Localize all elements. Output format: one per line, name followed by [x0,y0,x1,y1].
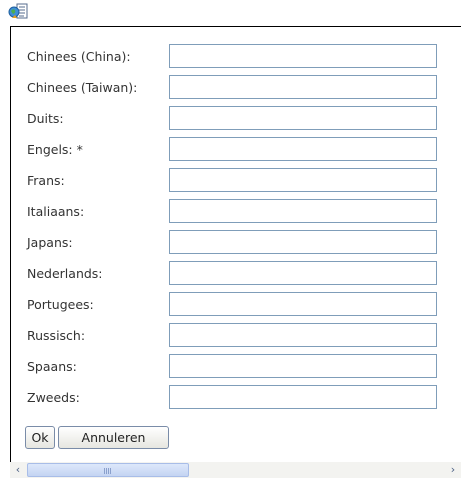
form-row: Japans: [27,230,457,254]
translation-input[interactable] [169,137,437,161]
form-row: Portugees: [27,292,457,316]
toolbar [0,0,461,26]
form-row: Duits: [27,106,457,130]
field-label: Zweeds: [27,390,80,405]
scroll-right-arrow-icon[interactable]: › [445,462,461,478]
horizontal-scrollbar[interactable]: ‹ › [10,462,461,478]
form-row: Zweeds: [27,385,457,409]
form-row: Chinees (Taiwan): [27,75,457,99]
translation-input[interactable] [169,75,437,99]
field-label: Russisch: [27,328,86,343]
form-row: Nederlands: [27,261,457,285]
scrollbar-grip-icon [104,468,112,474]
edit-translations-icon[interactable] [8,3,28,21]
translations-panel: Chinees (China): Chinees (Taiwan): Duits: E… [10,26,461,463]
form-row: Frans: [27,168,457,192]
form-row: Engels: * [27,137,457,161]
field-label: Italiaans: [27,204,85,219]
form-row: Russisch: [27,323,457,347]
field-label: Chinees (China): [27,49,131,64]
field-label: Japans: [27,235,73,250]
field-label: Chinees (Taiwan): [27,80,138,95]
field-label: Spaans: [27,359,77,374]
scrollbar-thumb[interactable] [27,463,189,477]
translation-input[interactable] [169,230,437,254]
field-label: Engels: * [27,142,83,157]
translation-input[interactable] [169,385,437,409]
translation-input[interactable] [169,323,437,347]
translation-input[interactable] [169,168,437,192]
form-row: Italiaans: [27,199,457,223]
field-label: Nederlands: [27,266,103,281]
translation-input[interactable] [169,292,437,316]
scroll-left-arrow-icon[interactable]: ‹ [10,462,26,478]
field-label: Portugees: [27,297,94,312]
translation-input[interactable] [169,106,437,130]
form-row: Chinees (China): [27,44,457,68]
cancel-button[interactable]: Annuleren [58,426,169,449]
ok-button[interactable]: Ok [25,426,55,449]
translation-input[interactable] [169,44,437,68]
form-row: Spaans: [27,354,457,378]
field-label: Frans: [27,173,65,188]
translation-input[interactable] [169,199,437,223]
translation-input[interactable] [169,261,437,285]
translation-input[interactable] [169,354,437,378]
field-label: Duits: [27,111,64,126]
